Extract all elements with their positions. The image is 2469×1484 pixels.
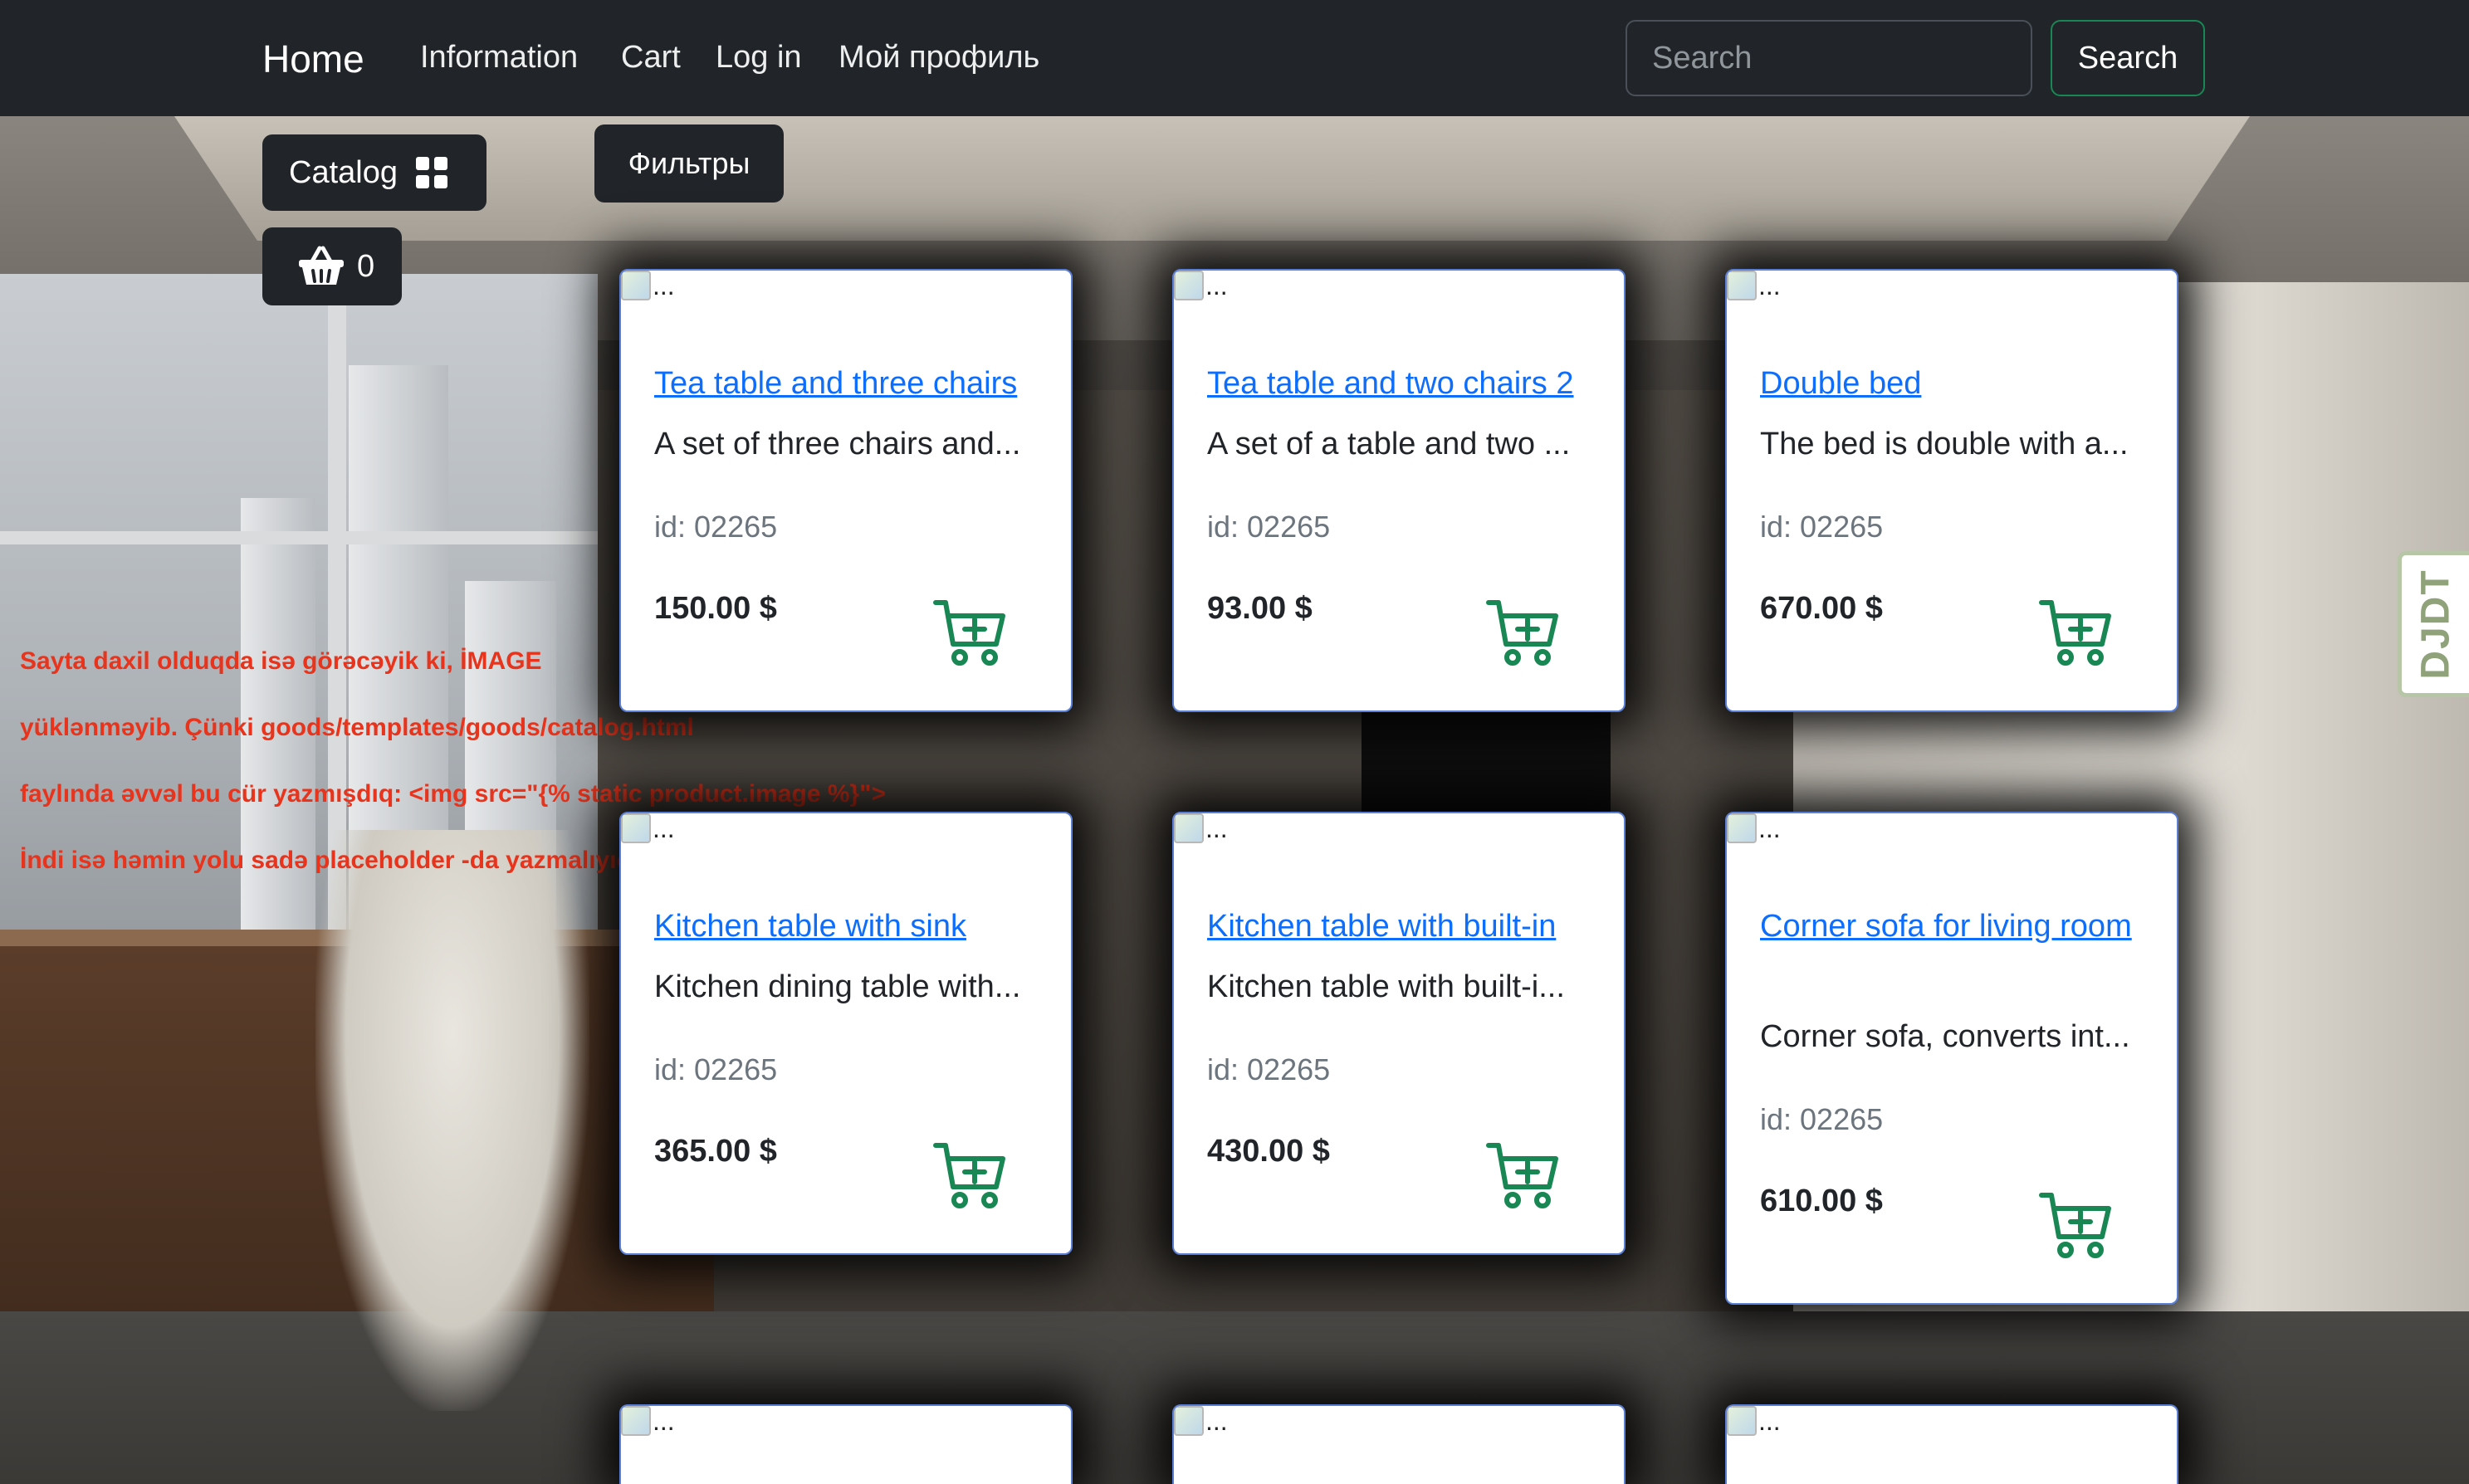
cart-add-icon[interactable] <box>2039 1190 2112 1260</box>
broken-image-icon <box>621 271 651 300</box>
product-card: ... <box>1172 1404 1626 1484</box>
product-price: 93.00 $ <box>1207 591 1313 626</box>
debug-note-line: Sayta daxil olduqda isə görəcəyik ki, İM… <box>20 647 542 675</box>
product-description: A set of three chairs and... <box>654 427 1021 461</box>
product-title-link[interactable]: Corner sofa for living room <box>1760 901 2150 951</box>
broken-image-icon <box>1727 1406 1757 1436</box>
product-description: Kitchen dining table with... <box>654 969 1021 1004</box>
broken-image-icon <box>1174 1406 1204 1436</box>
product-id: id: 02265 <box>1207 1052 1331 1086</box>
product-price: 365.00 $ <box>654 1134 777 1169</box>
search-button[interactable]: Search <box>2051 20 2205 96</box>
product-card: ... Tea table and two chairs 2 A set of … <box>1172 269 1626 712</box>
product-id: id: 02265 <box>654 510 778 544</box>
debug-toolbar-label: DJDT <box>2413 569 2457 680</box>
navbar: Home Information Cart Log in Мой профиль… <box>0 0 2469 116</box>
debug-note-line: İndi isə həmin yolu sadə placeholder -da… <box>20 847 692 874</box>
product-id: id: 02265 <box>1760 510 1884 544</box>
broken-image-icon <box>1727 271 1757 300</box>
broken-image-icon <box>1727 813 1757 843</box>
cart-add-icon[interactable] <box>933 598 1006 667</box>
product-id: id: 02265 <box>1760 1102 1884 1136</box>
nav-link-profile[interactable]: Мой профиль <box>838 40 1039 76</box>
debug-toolbar-handle[interactable]: DJDT <box>2398 551 2469 697</box>
debug-note-line: faylında əvvəl bu cür yazmışdıq: <img sr… <box>20 780 886 808</box>
product-card: ... Double bed The bed is double with a.… <box>1725 269 2178 712</box>
product-price: 150.00 $ <box>654 591 777 626</box>
product-image: ... <box>1727 1406 1781 1437</box>
cart-add-icon[interactable] <box>1486 1140 1559 1210</box>
cart-add-icon[interactable] <box>1486 598 1559 667</box>
basket-button[interactable]: 0 <box>262 227 402 305</box>
debug-note-line: yüklənməyib. Çünki goods/templates/goods… <box>20 714 694 741</box>
product-card: ... Kitchen table with built-in Kitchen … <box>1172 812 1626 1255</box>
product-card: ... <box>619 1404 1073 1484</box>
product-image: ... <box>1174 271 1228 301</box>
product-price: 670.00 $ <box>1760 591 1883 626</box>
broken-image-icon <box>621 1406 651 1436</box>
filters-button[interactable]: Фильтры <box>594 124 784 203</box>
product-price: 610.00 $ <box>1760 1184 1883 1218</box>
cart-add-icon[interactable] <box>2039 598 2112 667</box>
product-image: ... <box>621 271 675 301</box>
product-card: ... <box>1725 1404 2178 1484</box>
basket-icon <box>299 246 344 285</box>
office-chair <box>315 830 589 1411</box>
product-description: The bed is double with a... <box>1760 427 2129 461</box>
product-image: ... <box>621 813 675 844</box>
filters-label: Фильтры <box>628 146 750 180</box>
product-card: ... Kitchen table with sink Kitchen dini… <box>619 812 1073 1255</box>
product-price: 430.00 $ <box>1207 1134 1330 1169</box>
nav-link-information[interactable]: Information <box>420 40 578 76</box>
product-image: ... <box>1174 1406 1228 1437</box>
product-description: A set of a table and two ... <box>1207 427 1571 461</box>
product-image: ... <box>621 1406 675 1437</box>
product-description: Kitchen table with built-i... <box>1207 969 1565 1004</box>
product-card: ... Corner sofa for living room Corner s… <box>1725 812 2178 1305</box>
product-title-link[interactable]: Tea table and two chairs 2 <box>1207 359 1597 408</box>
window-frame <box>0 531 598 544</box>
product-description: Corner sofa, converts int... <box>1760 1019 2130 1054</box>
product-title-link[interactable]: Tea table and three chairs <box>654 359 1044 408</box>
product-id: id: 02265 <box>1207 510 1331 544</box>
grid-icon <box>415 157 447 188</box>
product-image: ... <box>1727 271 1781 301</box>
product-title-link[interactable]: Double bed <box>1760 359 2150 408</box>
nav-link-cart[interactable]: Cart <box>621 40 681 76</box>
search-input[interactable] <box>1626 20 2032 96</box>
broken-image-icon <box>1174 271 1204 300</box>
brand-home-link[interactable]: Home <box>262 37 364 81</box>
broken-image-icon <box>1174 813 1204 843</box>
nav-link-login[interactable]: Log in <box>716 40 802 76</box>
cart-add-icon[interactable] <box>933 1140 1006 1210</box>
broken-image-icon <box>621 813 651 843</box>
product-title-link[interactable]: Kitchen table with built-in <box>1207 901 1597 951</box>
catalog-label: Catalog <box>289 154 398 190</box>
product-title-link[interactable]: Kitchen table with sink <box>654 901 1044 951</box>
product-card: ... Tea table and three chairs A set of … <box>619 269 1073 712</box>
product-id: id: 02265 <box>654 1052 778 1086</box>
basket-count: 0 <box>357 248 375 284</box>
product-image: ... <box>1174 813 1228 844</box>
product-image: ... <box>1727 813 1781 844</box>
catalog-button[interactable]: Catalog <box>262 134 486 211</box>
